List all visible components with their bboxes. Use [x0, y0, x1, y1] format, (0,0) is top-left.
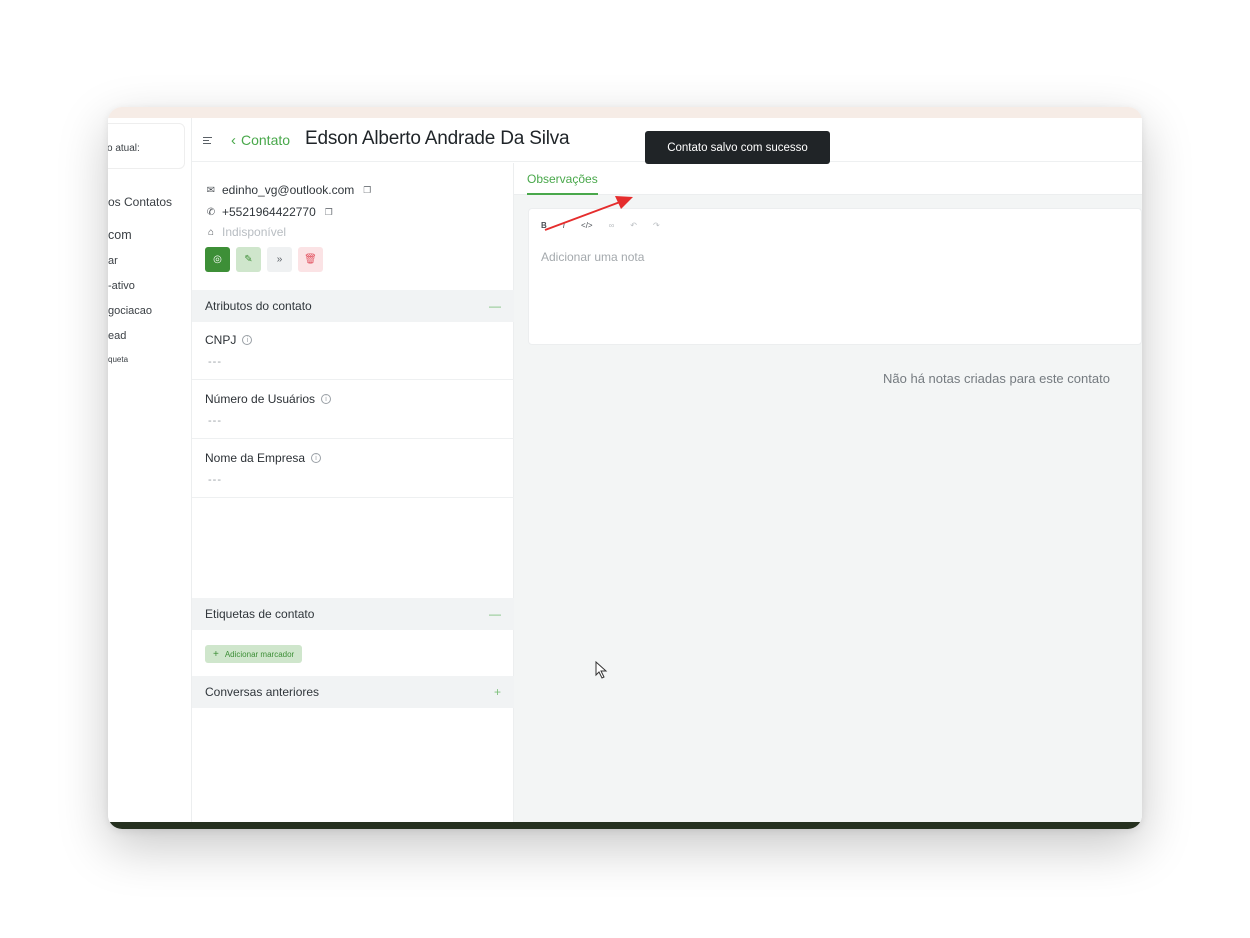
- add-label-button[interactable]: + Adicionar marcador: [205, 645, 303, 663]
- notes-tabs: Observações: [514, 163, 1142, 195]
- contact-company: Indisponível: [222, 225, 287, 239]
- contact-phone-row: ✆ +5521964422770 ❐: [205, 205, 333, 219]
- attribute-label: Nome da Empresa i: [205, 451, 322, 465]
- note-input-placeholder[interactable]: Adicionar uma nota: [541, 250, 644, 264]
- sidebar-item-contacts[interactable]: os Contatos: [108, 195, 172, 209]
- copy-icon[interactable]: ❐: [363, 185, 371, 196]
- section-title: Etiquetas de contato: [205, 607, 315, 621]
- sidebar-item-com[interactable]: com: [108, 228, 132, 242]
- collapse-icon[interactable]: —: [489, 607, 501, 621]
- attribute-label: Número de Usuários i: [205, 392, 332, 406]
- redo-icon[interactable]: ↷: [653, 221, 660, 230]
- section-title: Atributos do contato: [205, 299, 312, 313]
- contact-phone: +5521964422770: [222, 205, 316, 219]
- section-contact-attributes[interactable]: Atributos do contato —: [192, 290, 514, 322]
- section-contact-labels[interactable]: Etiquetas de contato —: [192, 598, 514, 630]
- notes-area: Observações B I </> ∞ ↶ ↷ Adicionar uma …: [514, 163, 1142, 822]
- back-link-label: Contato: [241, 132, 291, 148]
- attribute-value[interactable]: ---: [208, 415, 222, 427]
- sidebar-status-text: o atual:: [108, 143, 140, 154]
- attribute-value[interactable]: ---: [208, 356, 222, 368]
- chevron-left-icon: ‹: [231, 131, 236, 149]
- back-to-contacts-link[interactable]: ‹ Contato: [231, 132, 290, 148]
- pencil-icon[interactable]: ✎: [236, 247, 261, 272]
- window-top-strip: [108, 107, 1142, 118]
- info-icon[interactable]: i: [321, 394, 332, 404]
- menu-icon[interactable]: [203, 137, 212, 144]
- phone-icon: ✆: [206, 206, 216, 218]
- section-previous-conversations[interactable]: Conversas anteriores +: [192, 676, 514, 708]
- attribute-row: Nome da Empresa i ---: [192, 440, 514, 498]
- sidebar-item-negociacao[interactable]: gociacao: [108, 305, 152, 317]
- contact-email: edinho_vg@outlook.com: [222, 183, 355, 197]
- attribute-row: CNPJ i ---: [192, 322, 514, 380]
- success-toast: Contato salvo com sucesso: [645, 131, 830, 164]
- attribute-row: Número de Usuários i ---: [192, 381, 514, 439]
- expand-icon[interactable]: +: [494, 685, 501, 699]
- info-icon[interactable]: i: [242, 335, 253, 345]
- contact-email-row: ✉ edinho_vg@outlook.com ❐: [205, 183, 372, 197]
- merge-icon[interactable]: »: [267, 247, 292, 272]
- sidebar-item-ar[interactable]: ar: [108, 255, 118, 267]
- empty-notes-message: Não há notas criadas para este contato: [883, 371, 1110, 386]
- window-bottom-strip: [108, 822, 1142, 829]
- attribute-label: CNPJ i: [205, 333, 253, 347]
- section-title: Conversas anteriores: [205, 685, 320, 699]
- contact-actions: ◎ ✎ » 🗑: [205, 247, 323, 272]
- sidebar-item-ativo[interactable]: -ativo: [108, 280, 135, 292]
- contact-company-row: ⌂ Indisponível: [205, 225, 286, 239]
- left-sidebar: o atual: os Contatos com ar -ativo gocia…: [108, 118, 192, 822]
- page-title: Edson Alberto Andrade Da Silva: [305, 128, 570, 149]
- trash-icon[interactable]: 🗑: [298, 247, 323, 272]
- chat-icon[interactable]: ◎: [205, 247, 230, 272]
- mouse-cursor-icon: [595, 661, 608, 679]
- mail-icon: ✉: [206, 184, 216, 196]
- info-icon[interactable]: i: [311, 453, 322, 463]
- sidebar-status-box[interactable]: o atual:: [108, 123, 185, 169]
- contact-panel: ✉ edinho_vg@outlook.com ❐ ✆ +55219644227…: [192, 163, 514, 822]
- attribute-value[interactable]: ---: [208, 474, 222, 486]
- annotation-arrow: [544, 196, 633, 231]
- building-icon: ⌂: [207, 226, 215, 238]
- plus-icon: +: [213, 648, 219, 660]
- copy-icon[interactable]: ❐: [325, 207, 333, 218]
- collapse-icon[interactable]: —: [489, 299, 501, 313]
- sidebar-item-etiqueta[interactable]: queta: [108, 355, 128, 364]
- sidebar-item-lead[interactable]: ead: [108, 330, 126, 342]
